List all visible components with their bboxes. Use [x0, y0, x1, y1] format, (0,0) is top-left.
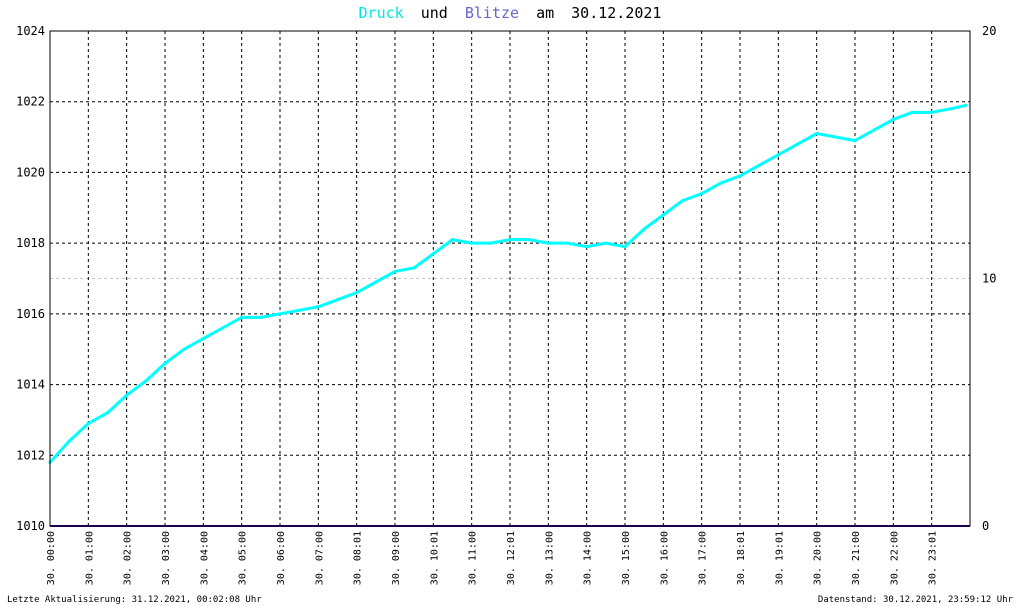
- data-point: [661, 213, 665, 217]
- data-point: [757, 163, 761, 167]
- y-tick-label-1014: 1014: [16, 378, 45, 392]
- y-right-tick-label-10: 10: [982, 272, 996, 286]
- x-tick-label-8: 30. 08:01: [353, 531, 364, 585]
- data-point: [144, 379, 148, 383]
- data-point: [585, 245, 589, 249]
- x-tick-label-11: 30. 11:00: [468, 531, 479, 585]
- data-point: [393, 269, 397, 274]
- data-point: [105, 411, 110, 415]
- y-right-tick-label-20: 20: [982, 24, 996, 38]
- y-tick-label-1012: 1012: [16, 448, 45, 462]
- x-tick-label-6: 30. 06:00: [276, 531, 287, 585]
- x-tick-label-3: 30. 03:00: [161, 531, 172, 585]
- data-point: [278, 312, 282, 316]
- data-point: [776, 153, 780, 157]
- data-point: [719, 181, 723, 185]
- data-point: [930, 110, 934, 114]
- data-point: [565, 241, 570, 245]
- x-tick-label-10: 30. 10:01: [429, 531, 440, 585]
- data-point: [642, 227, 646, 231]
- y-tick-label-1010: 1010: [16, 519, 45, 533]
- data-point: [374, 280, 378, 284]
- title-prefix-date: am: [536, 4, 554, 22]
- data-point: [834, 135, 838, 139]
- chart-root: Druck und Blitze am 30.12.2021 1010 1012 1…: [0, 0, 1020, 606]
- y-tick-label-1024: 1024: [16, 24, 45, 38]
- x-axis: 30. 00:00 30. 01:00 30. 02:00 30. 03:00 30. …: [46, 531, 939, 585]
- data-point: [853, 139, 857, 143]
- x-tick-label-14: 30. 14:00: [583, 531, 594, 585]
- x-tick-label-2: 30. 02:00: [123, 531, 134, 585]
- data-point: [891, 117, 895, 121]
- y-tick-label-1018: 1018: [16, 236, 45, 250]
- x-tick-label-21: 30. 21:00: [851, 531, 862, 585]
- data-point: [125, 393, 129, 397]
- x-tick-label-0: 30. 00:00: [46, 531, 57, 585]
- data-point: [412, 266, 416, 270]
- x-tick-label-19: 30. 19:01: [774, 531, 785, 585]
- title-series-druck: Druck: [359, 4, 404, 22]
- data-point: [795, 142, 800, 146]
- x-tick-label-23: 30. 23:01: [928, 531, 939, 585]
- data-point: [163, 361, 167, 365]
- x-tick-label-5: 30. 05:00: [238, 531, 249, 585]
- data-point: [680, 199, 685, 203]
- chart-title: Druck und Blitze am 30.12.2021: [359, 4, 662, 22]
- x-tick-label-12: 30. 12:01: [506, 531, 517, 585]
- x-tick-label-4: 30. 04:00: [199, 531, 210, 585]
- data-point: [815, 131, 819, 136]
- title-series-blitze: Blitze: [465, 4, 519, 22]
- x-tick-label-22: 30. 22:00: [889, 531, 900, 585]
- x-tick-label-1: 30. 01:00: [84, 531, 95, 585]
- y-right-tick-label-0: 0: [982, 519, 989, 533]
- footer-data-status: Datenstand: 30.12.2021, 23:59:12 Uhr: [818, 595, 1014, 605]
- data-point: [355, 291, 359, 295]
- x-tick-label-9: 30. 09:00: [391, 531, 402, 585]
- x-tick-label-7: 30. 07:00: [314, 531, 325, 585]
- data-point: [86, 421, 90, 426]
- data-point: [949, 107, 953, 111]
- data-point: [700, 192, 704, 196]
- data-point: [259, 315, 263, 319]
- data-point: [604, 241, 608, 245]
- series-layer: [48, 103, 970, 527]
- x-tick-label-17: 30. 17:00: [698, 531, 709, 585]
- x-tick-label-13: 30. 13:00: [544, 531, 555, 585]
- data-point: [910, 110, 915, 114]
- data-point: [450, 238, 455, 242]
- title-conj: und: [421, 4, 448, 22]
- data-point: [546, 241, 550, 245]
- data-point: [201, 337, 205, 341]
- data-point: [872, 128, 876, 132]
- x-tick-label-15: 30. 15:00: [621, 531, 632, 585]
- data-point: [220, 326, 225, 330]
- data-point: [964, 103, 968, 107]
- y-tick-label-1016: 1016: [16, 307, 45, 321]
- y-tick-label-1020: 1020: [16, 165, 45, 179]
- data-point: [470, 241, 474, 245]
- data-point: [182, 347, 186, 351]
- x-tick-label-16: 30. 16:00: [659, 531, 670, 585]
- y-axis-left: 1010 1012 1014 1016 1018 1020 1022 1024: [16, 24, 45, 533]
- data-point: [335, 298, 340, 302]
- grid: [50, 31, 970, 526]
- data-point: [67, 439, 71, 443]
- series-line-druck: [48, 103, 967, 464]
- data-point: [738, 174, 742, 178]
- data-point: [431, 252, 435, 256]
- data-point: [508, 238, 512, 242]
- x-tick-label-20: 30. 20:00: [813, 531, 824, 585]
- x-tick-label-18: 30. 18:01: [736, 531, 747, 585]
- data-point: [527, 238, 531, 242]
- footer-last-update: Letzte Aktualisierung: 31.12.2021, 00:02…: [7, 595, 262, 605]
- data-point: [623, 245, 627, 249]
- data-point: [240, 315, 244, 319]
- title-date: 30.12.2021: [571, 4, 661, 22]
- y-tick-label-1022: 1022: [16, 95, 45, 109]
- y-axis-right: 0 10 20: [982, 24, 996, 533]
- data-point: [297, 308, 301, 312]
- data-point: [489, 241, 493, 245]
- data-point: [316, 305, 320, 309]
- pressure-lightning-chart: Druck und Blitze am 30.12.2021 101010121…: [7, 4, 1014, 605]
